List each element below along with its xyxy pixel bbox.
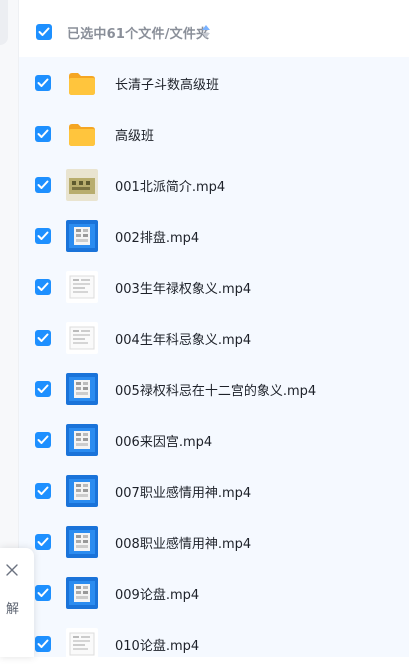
- file-row[interactable]: 002排盘.mp4: [19, 210, 409, 261]
- file-row[interactable]: 长清子斗数高级班: [19, 57, 409, 108]
- file-checkbox[interactable]: [35, 126, 51, 142]
- file-name[interactable]: 005禄权科忌在十二宫的象义.mp4: [115, 380, 316, 399]
- file-checkbox[interactable]: [35, 483, 51, 499]
- select-all-checkbox[interactable]: [36, 24, 52, 40]
- file-checkbox[interactable]: [35, 177, 51, 193]
- file-checkbox[interactable]: [35, 381, 51, 397]
- video-thumbnail-icon: [66, 322, 98, 354]
- video-thumbnail-icon: [66, 373, 98, 405]
- file-checkbox[interactable]: [35, 279, 51, 295]
- video-thumbnail-icon: [66, 169, 98, 201]
- file-row[interactable]: 003生年禄权象义.mp4: [19, 261, 409, 312]
- file-name[interactable]: 高级班: [115, 125, 154, 144]
- file-name[interactable]: 长清子斗数高级班: [115, 74, 219, 93]
- file-row[interactable]: 007职业感情用神.mp4: [19, 465, 409, 516]
- file-checkbox[interactable]: [35, 534, 51, 550]
- video-thumbnail-icon: [66, 475, 98, 507]
- file-row[interactable]: 008职业感情用神.mp4: [19, 516, 409, 567]
- file-name[interactable]: 001北派简介.mp4: [115, 176, 225, 195]
- video-thumbnail-icon: [66, 526, 98, 558]
- video-thumbnail-icon: [66, 424, 98, 456]
- file-name[interactable]: 010论盘.mp4: [115, 635, 199, 654]
- file-checkbox[interactable]: [35, 432, 51, 448]
- file-name[interactable]: 004生年科忌象义.mp4: [115, 329, 251, 348]
- file-name[interactable]: 008职业感情用神.mp4: [115, 533, 251, 552]
- selection-count-label: 已选中61个文件/文件夹: [67, 27, 210, 42]
- file-row[interactable]: 010论盘.mp4: [19, 618, 409, 669]
- sidebar-notch: [0, 0, 8, 45]
- file-name[interactable]: 006来因宫.mp4: [115, 431, 212, 450]
- video-thumbnail-icon: [66, 220, 98, 252]
- video-thumbnail-icon: [66, 271, 98, 303]
- video-thumbnail-icon: [66, 628, 98, 660]
- floating-side-panel: 解: [0, 548, 34, 657]
- file-row[interactable]: 高级班: [19, 108, 409, 159]
- file-row[interactable]: 005禄权科忌在十二宫的象义.mp4: [19, 363, 409, 414]
- file-name[interactable]: 003生年禄权象义.mp4: [115, 278, 251, 297]
- sort-icon[interactable]: [202, 25, 210, 38]
- video-thumbnail-icon: [66, 577, 98, 609]
- file-row[interactable]: 006来因宫.mp4: [19, 414, 409, 465]
- folder-icon: [66, 67, 98, 99]
- file-checkbox[interactable]: [35, 330, 51, 346]
- folder-icon: [66, 118, 98, 150]
- file-name[interactable]: 007职业感情用神.mp4: [115, 482, 251, 501]
- file-row[interactable]: 004生年科忌象义.mp4: [19, 312, 409, 363]
- file-checkbox[interactable]: [35, 636, 51, 652]
- file-row[interactable]: 009论盘.mp4: [19, 567, 409, 618]
- file-row[interactable]: 001北派简介.mp4: [19, 159, 409, 210]
- file-list: 长清子斗数高级班 高级班 001北派简介.mp4 002排盘.mp4 003生年禄权象义…: [19, 57, 409, 660]
- selection-header: 已选中61个文件/文件夹: [19, 0, 409, 63]
- file-checkbox[interactable]: [35, 585, 51, 601]
- file-name[interactable]: 002排盘.mp4: [115, 227, 199, 246]
- side-panel-label: 解: [6, 602, 20, 617]
- file-checkbox[interactable]: [35, 75, 51, 91]
- close-icon[interactable]: [6, 564, 18, 576]
- file-checkbox[interactable]: [35, 228, 51, 244]
- file-name[interactable]: 009论盘.mp4: [115, 584, 199, 603]
